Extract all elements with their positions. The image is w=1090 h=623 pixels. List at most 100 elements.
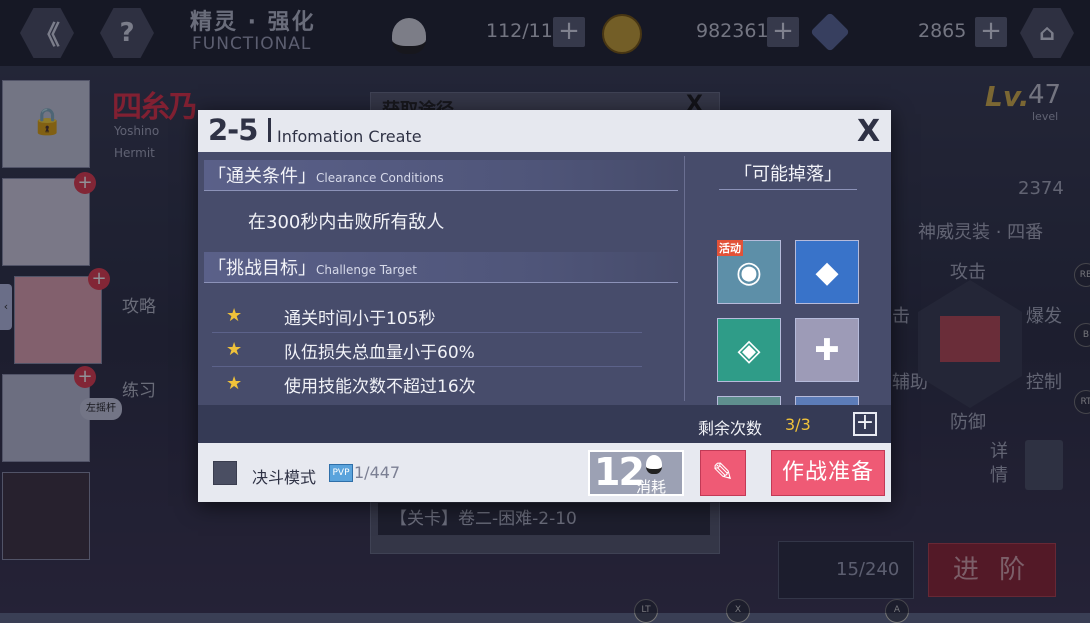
spirit-name: 四糸乃 xyxy=(112,90,198,125)
help-button[interactable]: ? xyxy=(100,8,154,58)
duel-mode-checkbox[interactable] xyxy=(213,461,237,485)
challenge-goal: ★ 使用技能次数不超过16次 xyxy=(212,368,642,400)
drop-item-event-medal[interactable]: ◉ 活动 xyxy=(717,240,781,304)
x-key: X xyxy=(726,599,750,623)
gem-count: 15/240 xyxy=(836,559,900,580)
drops-title: 「可能掉落」 xyxy=(719,160,857,190)
challenge-title: 「挑战目标」 xyxy=(208,258,316,279)
drop-item-green-card[interactable]: ✚ xyxy=(795,318,859,382)
coins-value: 982361 xyxy=(696,20,769,42)
rt-key: RT xyxy=(1074,390,1090,414)
add-crystals-button[interactable]: + xyxy=(975,17,1007,47)
spirit-class: Hermit xyxy=(114,146,155,160)
goal-text: 使用技能次数不超过16次 xyxy=(284,377,476,397)
event-tag: 活动 xyxy=(717,240,743,256)
spirit-english-name: Yoshino xyxy=(114,124,160,138)
help-icon: ? xyxy=(119,18,135,48)
stat-burst: 爆发 xyxy=(1026,306,1062,327)
goal-text: 通关时间小于105秒 xyxy=(284,309,436,329)
stat-control: 控制 xyxy=(1026,372,1062,393)
character-card[interactable] xyxy=(2,472,90,560)
back-icon: 《 xyxy=(33,20,60,51)
blue-crystal-icon: ◆ xyxy=(815,254,839,290)
level-sub: level xyxy=(1032,110,1059,123)
side-expand-tab[interactable]: ‹ xyxy=(0,284,12,330)
green-crystal-icon: ◈ xyxy=(737,332,761,368)
cost-label: 消耗 xyxy=(636,478,667,496)
star-icon: ★ xyxy=(226,339,243,360)
add-attempts-button[interactable]: + xyxy=(853,412,877,436)
drop-item-green-crystal[interactable]: ◈ xyxy=(717,318,781,382)
joystick-tag: 左摇杆 xyxy=(80,398,122,420)
level-value: 47 xyxy=(1028,80,1062,110)
modal-header: 2-5 Infomation Create X xyxy=(198,110,891,152)
character-card-selected[interactable] xyxy=(14,276,102,364)
edit-icon: ✎ xyxy=(712,458,734,488)
stat-attack: 攻击 xyxy=(950,262,986,283)
clearance-subtitle: Clearance Conditions xyxy=(316,171,444,185)
stage-number: 2-5 xyxy=(208,113,258,147)
b-key: B xyxy=(1074,323,1090,347)
red-plus-icon: + xyxy=(74,172,96,194)
close-button[interactable]: X xyxy=(857,114,880,149)
remaining-value: 3/3 xyxy=(785,415,811,434)
crystal-icon xyxy=(810,12,850,52)
challenge-goal: ★ 通关时间小于105秒 xyxy=(212,300,642,333)
back-button[interactable]: 《 xyxy=(20,8,74,58)
battle-prepare-button[interactable]: 作战准备 xyxy=(771,450,885,496)
strategy-menu[interactable]: 攻略 xyxy=(122,292,156,317)
add-stamina-button[interactable]: + xyxy=(553,17,585,47)
add-coins-button[interactable]: + xyxy=(767,17,799,47)
modal-body: 「通关条件」Clearance Conditions 在300秒内击败所有敌人 … xyxy=(198,152,891,444)
goal-text: 队伍损失总血量小于60% xyxy=(284,343,475,363)
top-bar: 《 ? 精灵 · 强化 FUNCTIONAL 112/112 + 982361 … xyxy=(0,0,1090,66)
clearance-title: 「通关条件」 xyxy=(208,166,316,187)
challenge-header: 「挑战目标」Challenge Target xyxy=(204,252,678,283)
rb-key: RB xyxy=(1074,263,1090,287)
acquire-stage-item[interactable]: 【关卡】卷二-困难-2-10 xyxy=(378,503,710,535)
home-icon: ⌂ xyxy=(1039,20,1055,46)
modal-footer: 决斗模式 PVP 1/447 12 消耗 ✎ 作战准备 xyxy=(198,443,891,502)
star-icon: ★ xyxy=(226,373,243,394)
cost-box: 12 消耗 xyxy=(588,450,684,496)
stat-strike: 击 xyxy=(892,306,910,327)
home-button[interactable]: ⌂ xyxy=(1020,8,1074,58)
clearance-header: 「通关条件」Clearance Conditions xyxy=(204,160,678,191)
power-value: 2374 xyxy=(1018,178,1064,199)
outfit-name: 神威灵装 · 四番 xyxy=(918,222,1044,243)
level-prefix: Lv. xyxy=(985,80,1030,113)
red-plus-icon: + xyxy=(88,268,110,290)
red-plus-icon: + xyxy=(74,366,96,388)
a-key: A xyxy=(885,599,909,623)
modal-title: Infomation Create xyxy=(277,127,422,146)
character-card[interactable] xyxy=(2,374,90,462)
practice-menu[interactable]: 练习 xyxy=(122,376,156,401)
column-divider xyxy=(684,156,685,401)
crystals-value: 2865 xyxy=(918,20,967,42)
team-edit-button[interactable]: ✎ xyxy=(700,450,746,496)
detail-label[interactable]: 详情 xyxy=(990,440,1012,488)
coin-icon xyxy=(602,14,642,54)
challenge-goal: ★ 队伍损失总血量小于60% xyxy=(212,334,642,367)
character-card-locked[interactable]: 🔒 xyxy=(2,80,90,168)
duel-mode-label: 决斗模式 xyxy=(252,468,317,487)
rice-ball-icon xyxy=(646,455,662,474)
green-card-icon: ✚ xyxy=(814,332,840,368)
advance-button[interactable]: 进 阶 xyxy=(928,543,1056,597)
stat-radar-fill xyxy=(940,316,1000,362)
title-divider xyxy=(268,118,271,142)
conditions-column: 「通关条件」Clearance Conditions 在300秒内击败所有敌人 … xyxy=(198,152,684,405)
rice-ball-icon xyxy=(392,18,426,54)
book-icon[interactable] xyxy=(1025,440,1063,490)
stage-info-modal: 2-5 Infomation Create X 「通关条件」Clearance … xyxy=(198,110,891,502)
star-icon: ★ xyxy=(226,305,243,326)
clearance-condition: 在300秒内击败所有敌人 xyxy=(248,212,445,233)
ticket-icon: PVP xyxy=(329,464,353,482)
page-subtitle: FUNCTIONAL xyxy=(192,34,312,54)
drop-item-blue-crystal[interactable]: ◆ xyxy=(795,240,859,304)
remaining-bar: 剩余次数 3/3 + xyxy=(198,405,891,443)
stat-defense: 防御 xyxy=(950,412,986,433)
lock-icon: 🔒 xyxy=(31,107,64,137)
challenge-subtitle: Challenge Target xyxy=(316,263,417,277)
lt-key: LT xyxy=(634,599,658,623)
